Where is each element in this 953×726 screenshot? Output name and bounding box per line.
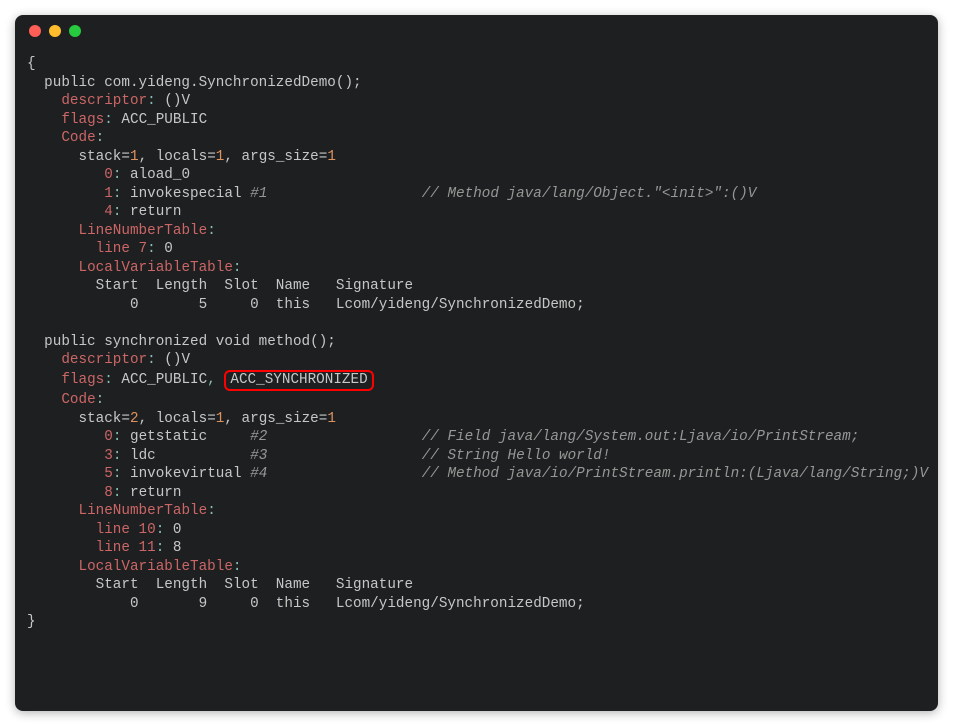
highlighted-flag: ACC_SYNCHRONIZED: [224, 370, 373, 392]
instr-text: aload_0: [121, 167, 190, 183]
code-key: Code: [61, 130, 95, 146]
line-entry: line 7: [96, 241, 147, 257]
m2-stack-prefix: stack=: [27, 411, 130, 427]
line-entry: line 11: [96, 540, 156, 556]
close-brace: }: [27, 614, 36, 630]
lnt-key: LineNumberTable: [78, 223, 207, 239]
instr-text: return: [121, 485, 181, 501]
instr-offset: 5: [104, 466, 113, 482]
const-ref: #4: [250, 466, 267, 482]
titlebar: [15, 15, 938, 47]
instr-offset: 3: [104, 448, 113, 464]
const-ref: #2: [250, 429, 267, 445]
instr-comment: // Method java/io/PrintStream.println:(L…: [422, 466, 928, 482]
instr-offset: 8: [104, 485, 113, 501]
descriptor-key: descriptor: [61, 352, 147, 368]
m1-flags-value: ACC_PUBLIC: [113, 112, 207, 128]
instr-offset: 0: [104, 429, 113, 445]
instr-text: return: [121, 204, 181, 220]
lvt-header: Start Length Slot Name Signature: [27, 278, 413, 294]
lvt-key: LocalVariableTable: [78, 559, 232, 575]
code-window: { public com.yideng.SynchronizedDemo(); …: [15, 15, 938, 711]
instr-offset: 4: [104, 204, 113, 220]
minimize-icon[interactable]: [49, 25, 61, 37]
instr-comment: // Method java/lang/Object."<init>":()V: [422, 186, 757, 202]
lnt-key: LineNumberTable: [78, 503, 207, 519]
flags-key: flags: [61, 112, 104, 128]
instr-comment: // Field java/lang/System.out:Ljava/io/P…: [422, 429, 860, 445]
instr-text: ldc: [121, 448, 250, 464]
method2-signature: public synchronized void method();: [27, 334, 336, 350]
instr-text: invokevirtual: [121, 466, 250, 482]
instr-offset: 0: [104, 167, 113, 183]
instr-text: invokespecial: [121, 186, 250, 202]
const-ref: #3: [250, 448, 267, 464]
m2-descriptor-value: ()V: [156, 352, 190, 368]
lvt-header: Start Length Slot Name Signature: [27, 577, 413, 593]
lvt-row: 0 9 0 this Lcom/yideng/SynchronizedDemo;: [27, 596, 585, 612]
method1-signature: public com.yideng.SynchronizedDemo();: [27, 75, 362, 91]
instr-comment: // String Hello world!: [422, 448, 611, 464]
open-brace: {: [27, 56, 36, 72]
flags-key: flags: [61, 372, 104, 388]
const-ref: #1: [250, 186, 267, 202]
lvt-row: 0 5 0 this Lcom/yideng/SynchronizedDemo;: [27, 297, 585, 313]
maximize-icon[interactable]: [69, 25, 81, 37]
close-icon[interactable]: [29, 25, 41, 37]
m1-stack-prefix: stack=: [27, 149, 130, 165]
m1-descriptor-value: ()V: [156, 93, 190, 109]
descriptor-key: descriptor: [61, 93, 147, 109]
instr-text: getstatic: [121, 429, 250, 445]
lvt-key: LocalVariableTable: [78, 260, 232, 276]
m2-flags-value1: ACC_PUBLIC: [113, 372, 207, 388]
line-entry: line 10: [96, 522, 156, 538]
instr-offset: 1: [104, 186, 113, 202]
code-content: { public com.yideng.SynchronizedDemo(); …: [15, 47, 938, 652]
code-key: Code: [61, 392, 95, 408]
